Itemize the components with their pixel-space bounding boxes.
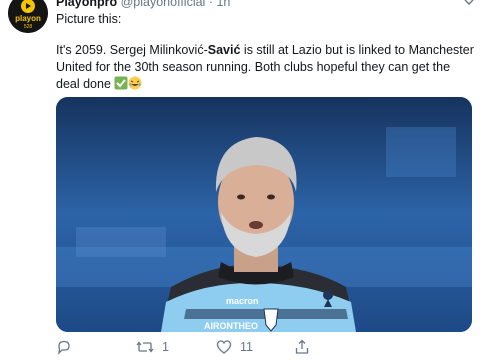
handle[interactable]: @playonofficial <box>121 0 206 9</box>
tweet[interactable]: playon 528 Playonpro @playonofficial · 1… <box>0 0 480 360</box>
tweet-actions: 1 11 <box>56 338 466 356</box>
tweet-text-part1: It's 2059. Sergej Milinković- <box>56 43 208 57</box>
share-button[interactable] <box>294 338 318 356</box>
heart-icon <box>216 339 232 355</box>
tweet-text-bold: Savić <box>207 43 241 57</box>
retweet-button[interactable]: 1 <box>136 338 169 356</box>
jersey-sponsor-text: macron <box>226 296 259 306</box>
tweet-intro: Picture this: <box>56 12 122 26</box>
tweet-header: Playonpro @playonofficial · 1h <box>56 0 230 9</box>
share-icon <box>294 339 310 355</box>
avatar-logo-subtext: 528 <box>24 24 33 30</box>
display-name[interactable]: Playonpro <box>56 0 117 9</box>
reply-icon <box>56 339 72 355</box>
avatar[interactable]: playon 528 <box>8 0 48 33</box>
separator-dot: · <box>208 0 213 9</box>
tweet-image[interactable]: macron AIRONTHEO <box>56 97 472 332</box>
laughing-emoji <box>128 76 142 95</box>
chevron-down-icon[interactable] <box>464 0 474 5</box>
like-button[interactable]: 11 <box>216 338 253 356</box>
check-mark-emoji <box>114 76 128 95</box>
like-count: 11 <box>240 340 253 354</box>
timestamp[interactable]: 1h <box>216 0 230 9</box>
retweet-icon <box>136 339 154 355</box>
playon-logo: playon 528 <box>8 0 48 33</box>
coach-photo: macron AIRONTHEO <box>56 97 472 332</box>
retweet-count: 1 <box>162 340 169 354</box>
reply-button[interactable] <box>56 338 80 356</box>
avatar-logo-text: playon <box>15 14 41 23</box>
jersey-text: AIRONTHEO <box>204 321 258 331</box>
tweet-text: It's 2059. Sergej Milinković-Savić is st… <box>56 42 476 95</box>
